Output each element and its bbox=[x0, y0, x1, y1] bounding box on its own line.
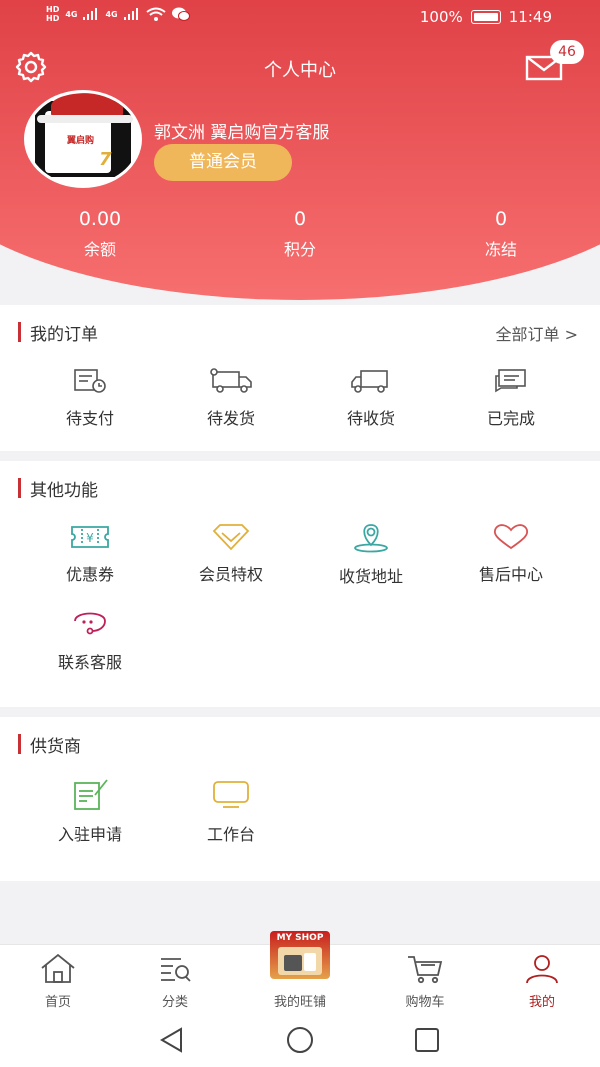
order-label: 待发货 bbox=[206, 409, 255, 428]
page-title: 个人中心 bbox=[264, 60, 336, 81]
hd-indicator: HD bbox=[46, 5, 60, 14]
tab-my-shop[interactable]: 我的旺铺 bbox=[250, 989, 350, 1010]
supplier-application[interactable]: 入驻申请 bbox=[20, 777, 160, 845]
tab-label: 首页 bbox=[44, 995, 71, 1010]
location-icon bbox=[354, 524, 388, 553]
user-icon bbox=[526, 955, 558, 984]
hd-indicator: HD bbox=[46, 14, 60, 23]
signal-label: 4G bbox=[105, 9, 118, 19]
function-label: 会员特权 bbox=[198, 565, 263, 584]
tab-mine[interactable]: 我的 bbox=[492, 953, 592, 1010]
account-stats: 0.00 余额 0 积分 0 冻结 bbox=[0, 208, 600, 268]
all-orders-link[interactable]: 全部订单 > bbox=[496, 321, 579, 345]
supplier-card: 供货商 入驻申请 工作台 bbox=[0, 717, 600, 881]
wechat-icon bbox=[171, 7, 190, 21]
section-title: 其他功能 bbox=[18, 477, 98, 501]
delivery-truck-icon bbox=[351, 370, 388, 393]
edit-form-icon bbox=[74, 779, 108, 810]
coupon-icon: ¥ bbox=[71, 526, 109, 548]
shop-badge-text: MY SHOP bbox=[276, 933, 324, 943]
signal-icon bbox=[123, 8, 138, 20]
order-label: 已完成 bbox=[486, 409, 535, 428]
supplier-label: 入驻申请 bbox=[57, 825, 122, 844]
my-shop-icon[interactable]: MY SHOP bbox=[270, 931, 330, 979]
category-search-icon bbox=[161, 958, 191, 982]
home-icon bbox=[41, 953, 75, 983]
member-privileges[interactable]: 会员特权 bbox=[161, 523, 301, 585]
avatar[interactable]: 翼启购 7 bbox=[24, 90, 142, 188]
contact-customer-service[interactable]: 联系客服 bbox=[20, 607, 160, 673]
order-pending-receipt[interactable]: 待收货 bbox=[301, 367, 441, 429]
tab-label: 购物车 bbox=[405, 995, 445, 1010]
avatar-brand-logo: 翼启购 bbox=[67, 136, 95, 146]
signal-icon bbox=[83, 8, 98, 20]
member-level-badge[interactable]: 普通会员 bbox=[154, 144, 292, 181]
stat-value: 0 bbox=[494, 208, 508, 230]
stat-value: 0.00 bbox=[78, 208, 122, 230]
stat-label: 积分 bbox=[283, 240, 316, 259]
bill-clock-icon bbox=[74, 369, 106, 393]
truck-icon bbox=[210, 368, 252, 393]
top-bar: 个人中心 46 bbox=[0, 40, 600, 88]
headset-icon bbox=[74, 612, 106, 635]
profile-header: HD HD 4G 4G 100% 11:49 个人中心 46 翼启购 7 郭文洲… bbox=[0, 0, 600, 300]
orders-card: 我的订单 全部订单 > 待支付 待发货 待收货 已完成 bbox=[0, 305, 600, 451]
stat-points[interactable]: 0 积分 bbox=[220, 208, 380, 260]
stat-frozen[interactable]: 0 冻结 bbox=[421, 208, 581, 260]
tab-cart[interactable]: 购物车 bbox=[375, 953, 475, 1010]
battery-icon bbox=[470, 10, 501, 24]
bottom-tab-bar: 首页 分类 我的旺铺 MY SHOP 购物车 我的 bbox=[0, 931, 600, 1010]
username: 郭文洲 翼启购官方客服 bbox=[154, 123, 330, 143]
battery-percent: 100% bbox=[419, 8, 463, 26]
other-functions-card: 其他功能 ¥ 优惠券 会员特权 收货地址 售后中心 联系客服 bbox=[0, 461, 600, 707]
order-completed[interactable]: 已完成 bbox=[441, 367, 581, 429]
stat-label: 余额 bbox=[83, 240, 116, 259]
function-label: 优惠券 bbox=[65, 565, 114, 584]
diamond-icon bbox=[212, 524, 250, 551]
stat-value: 0 bbox=[293, 208, 307, 230]
coupons[interactable]: ¥ 优惠券 bbox=[20, 523, 160, 585]
mail-count-badge: 46 bbox=[550, 40, 584, 64]
workbench[interactable]: 工作台 bbox=[161, 777, 301, 845]
stat-balance[interactable]: 0.00 余额 bbox=[20, 208, 180, 260]
order-pending-payment[interactable]: 待支付 bbox=[20, 367, 160, 429]
svg-text:¥: ¥ bbox=[86, 531, 94, 545]
stat-label: 冻结 bbox=[484, 240, 517, 259]
cart-icon bbox=[408, 956, 443, 984]
system-navigation-bar bbox=[0, 1010, 600, 1067]
monitor-icon bbox=[213, 781, 249, 808]
heart-icon bbox=[493, 524, 529, 550]
function-label: 联系客服 bbox=[57, 653, 122, 672]
back-icon[interactable] bbox=[158, 1026, 186, 1054]
after-sales-center[interactable]: 售后中心 bbox=[441, 523, 581, 585]
tab-home[interactable]: 首页 bbox=[8, 953, 108, 1010]
clock: 11:49 bbox=[508, 8, 552, 26]
tab-category[interactable]: 分类 bbox=[125, 953, 225, 1010]
profile-info: 翼启购 7 郭文洲 翼启购官方客服 普通会员 bbox=[24, 90, 584, 190]
supplier-label: 工作台 bbox=[206, 825, 255, 844]
function-label: 售后中心 bbox=[478, 565, 543, 584]
order-label: 待支付 bbox=[65, 409, 114, 428]
signal-label: 4G bbox=[65, 9, 78, 19]
chat-check-icon bbox=[495, 369, 526, 393]
recent-apps-icon[interactable] bbox=[414, 1027, 440, 1053]
order-pending-shipment[interactable]: 待发货 bbox=[161, 367, 301, 429]
function-label: 收货地址 bbox=[338, 567, 403, 586]
tab-label: 分类 bbox=[161, 995, 188, 1010]
shipping-address[interactable]: 收货地址 bbox=[301, 523, 441, 587]
avatar-number: 7 bbox=[99, 149, 112, 170]
status-bar: HD HD 4G 4G 100% 11:49 bbox=[0, 0, 600, 36]
section-title: 供货商 bbox=[18, 733, 81, 757]
home-circle-icon[interactable] bbox=[285, 1026, 315, 1054]
order-label: 待收货 bbox=[346, 409, 395, 428]
tab-label: 我的 bbox=[528, 995, 555, 1010]
section-title: 我的订单 bbox=[18, 321, 98, 345]
tab-label: 我的旺铺 bbox=[273, 995, 326, 1010]
wifi-icon bbox=[146, 7, 166, 21]
